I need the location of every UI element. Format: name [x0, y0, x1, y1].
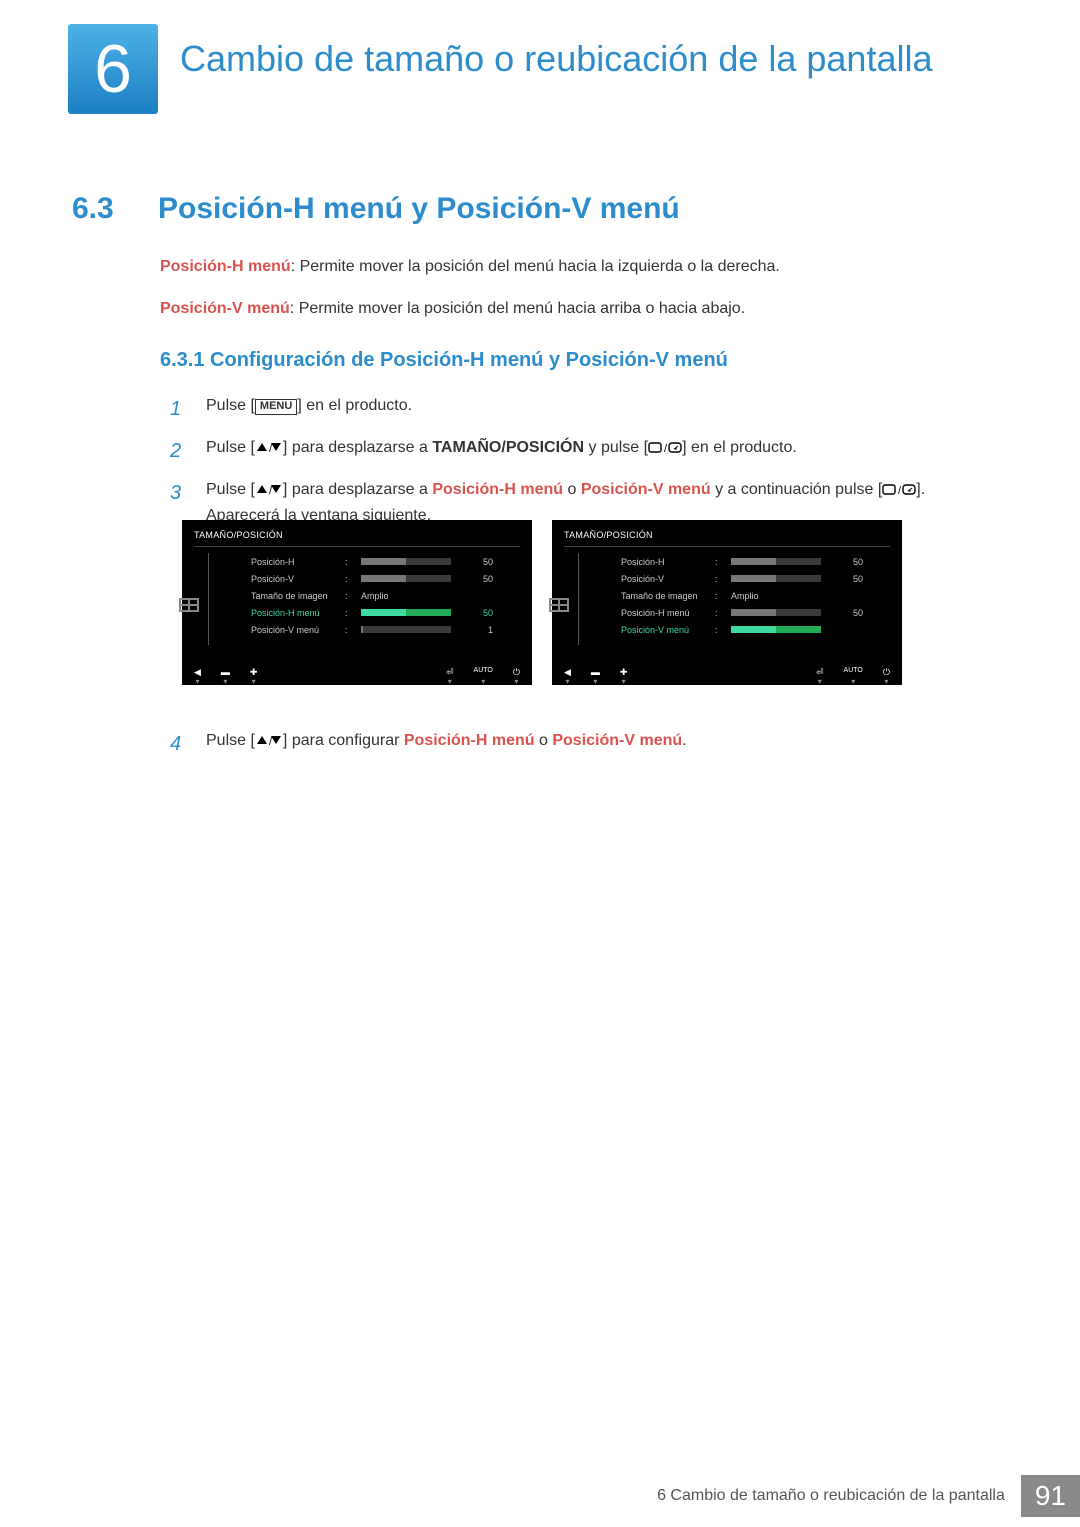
- back-icon: ◀: [564, 667, 571, 678]
- footer: 6 Cambio de tamaño o reubicación de la p…: [641, 1475, 1080, 1517]
- osd-title: TAMAÑO/POSICIÓN: [564, 530, 890, 540]
- step-number: 4: [170, 728, 188, 760]
- osd-category-icon: [549, 598, 569, 612]
- intro-desc-1: : Permite mover la posición del menú hac…: [291, 258, 780, 275]
- enter-icon: /: [882, 483, 916, 497]
- step-number: 1: [170, 393, 188, 425]
- menu-icon: MENU: [255, 399, 297, 415]
- plus-icon: ✚: [250, 667, 258, 678]
- chapter-number-box: 6: [68, 24, 158, 114]
- section-title: Posición-H menú y Posición-V menú: [158, 192, 680, 226]
- step4-target-2: Posición-V menú: [552, 732, 682, 749]
- up-down-icon: /: [255, 734, 283, 748]
- intro-term-1: Posición-H menú: [160, 258, 291, 275]
- intro-block: Posición-H menú: Permite mover la posici…: [160, 255, 1000, 339]
- back-icon: ◀: [194, 667, 201, 678]
- osd-panels: TAMAÑO/POSICIÓN Posición-H:50 Posición-V…: [182, 520, 902, 685]
- minus-icon: ▬: [591, 667, 600, 678]
- svg-text:/: /: [898, 485, 902, 497]
- step3-target-1: Posición-H menú: [432, 481, 563, 498]
- osd-title: TAMAÑO/POSICIÓN: [194, 530, 520, 540]
- up-down-icon: /: [255, 483, 283, 497]
- osd-panel-v: TAMAÑO/POSICIÓN Posición-H:50 Posición-V…: [552, 520, 902, 685]
- auto-label: AUTO: [844, 667, 863, 678]
- step-1: 1 Pulse [MENU] en el producto.: [170, 393, 1000, 425]
- power-icon: ⏻: [513, 667, 520, 678]
- chapter-number: 6: [94, 35, 132, 103]
- osd-panel-h: TAMAÑO/POSICIÓN Posición-H:50 Posición-V…: [182, 520, 532, 685]
- power-icon: ⏻: [883, 667, 890, 678]
- osd-category-icon: [179, 598, 199, 612]
- chapter-title: Cambio de tamaño o reubicación de la pan…: [180, 36, 1010, 81]
- step2-target: TAMAÑO/POSICIÓN: [432, 439, 584, 456]
- step3-target-2: Posición-V menú: [581, 481, 711, 498]
- footer-text: 6 Cambio de tamaño o reubicación de la p…: [641, 1475, 1021, 1517]
- step4-target-1: Posición-H menú: [404, 732, 535, 749]
- enter-icon: ⏎: [816, 667, 824, 678]
- osd-highlight-v: Posición-V menú: [621, 625, 707, 635]
- intro-desc-2: : Permite mover la posición del menú hac…: [290, 300, 745, 317]
- page-number: 91: [1021, 1475, 1080, 1517]
- osd-highlight-h: Posición-H menú: [251, 608, 337, 618]
- plus-icon: ✚: [620, 667, 628, 678]
- step-2: 2 Pulse [/] para desplazarse a TAMAÑO/PO…: [170, 435, 1000, 467]
- enter-icon: ⏎: [446, 667, 454, 678]
- subsection-title: 6.3.1 Configuración de Posición-H menú y…: [160, 349, 728, 372]
- intro-term-2: Posición-V menú: [160, 300, 290, 317]
- auto-label: AUTO: [474, 667, 493, 678]
- up-down-icon: /: [255, 441, 283, 455]
- step-4: 4 Pulse [/] para configurar Posición-H m…: [170, 728, 1000, 760]
- section-number: 6.3: [72, 192, 114, 226]
- minus-icon: ▬: [221, 667, 230, 678]
- enter-icon: /: [648, 441, 682, 455]
- step-number: 2: [170, 435, 188, 467]
- svg-text:/: /: [664, 443, 668, 455]
